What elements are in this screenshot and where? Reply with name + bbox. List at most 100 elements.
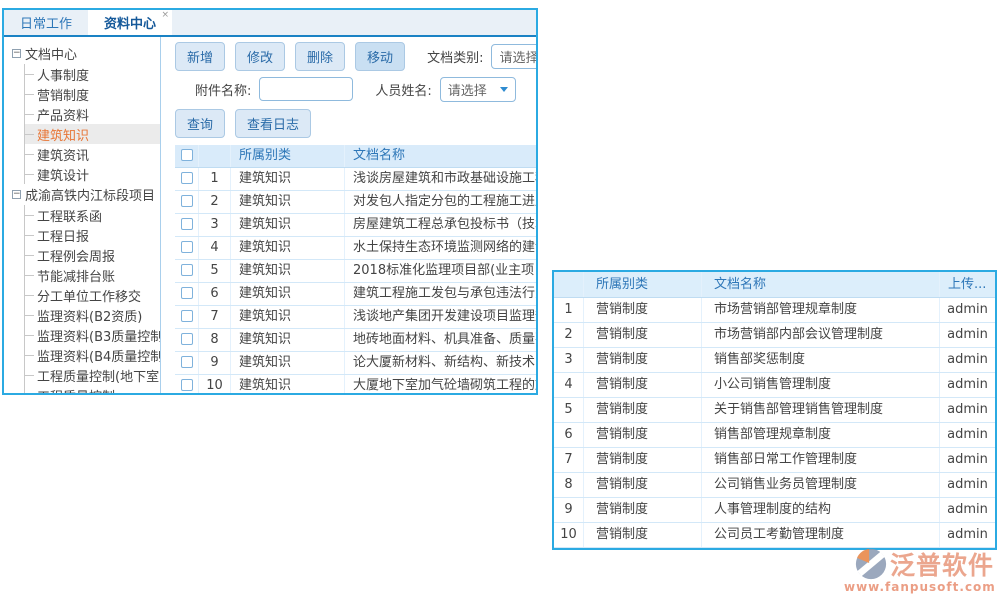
row-checkbox[interactable] xyxy=(181,287,193,299)
main-content: 新增修改删除移动 文档类别: 请选择 文档 附件名称: 人员姓名: 请选择 上传… xyxy=(161,37,536,393)
table-row[interactable]: 9营销制度人事管理制度的结构admin xyxy=(554,498,995,523)
tree-item[interactable]: 工程质量控制 xyxy=(25,385,160,393)
tree-root-item[interactable]: −成渝高铁内江标段项目 xyxy=(12,184,160,205)
table-row[interactable]: 7营销制度销售部日常工作管理制度admin xyxy=(554,448,995,473)
tree-item[interactable]: 工程例会周报 xyxy=(25,245,160,265)
tree-item[interactable]: 监理资料(B2资质) xyxy=(25,305,160,325)
move-button[interactable]: 移动 xyxy=(355,42,405,71)
table-row[interactable]: 1营销制度市场营销部管理规章制度admin xyxy=(554,298,995,323)
tree-item[interactable]: 建筑资讯 xyxy=(25,144,160,164)
tree-item[interactable]: 产品资料 xyxy=(25,104,160,124)
tree-item[interactable]: 工程日报 xyxy=(25,225,160,245)
row-uploader: admin xyxy=(940,423,995,447)
tree-children: 人事制度营销制度产品资料建筑知识建筑资讯建筑设计 xyxy=(24,64,160,184)
row-checkbox[interactable] xyxy=(181,310,193,322)
table-row[interactable]: 2营销制度市场营销部内部会议管理制度admin xyxy=(554,323,995,348)
row-category: 建筑知识 xyxy=(231,168,345,190)
tab-daily-work[interactable]: 日常工作 xyxy=(4,10,88,35)
header-uploader: 上传... xyxy=(940,272,995,297)
tree-connector xyxy=(25,295,34,296)
checkbox-cell xyxy=(175,352,199,374)
row-category: 营销制度 xyxy=(584,423,702,447)
tree-item[interactable]: 人事制度 xyxy=(25,64,160,84)
row-doc-name: 人事管理制度的结构 xyxy=(702,498,940,522)
table-row[interactable]: 4建筑知识水土保持生态环境监测网络的建设与资... xyxy=(175,237,536,260)
row-index: 3 xyxy=(554,348,584,372)
row-category: 建筑知识 xyxy=(231,329,345,351)
tree-item[interactable]: 工程质量控制(地下室) xyxy=(25,365,160,385)
close-icon[interactable]: × xyxy=(161,11,169,20)
row-checkbox[interactable] xyxy=(181,241,193,253)
table-row[interactable]: 8建筑知识地砖地面材料、机具准备、质量要求及... xyxy=(175,329,536,352)
person-name-select[interactable]: 请选择 xyxy=(440,77,516,102)
row-checkbox[interactable] xyxy=(181,333,193,345)
checkbox-cell xyxy=(175,375,199,393)
tree-item[interactable]: 营销制度 xyxy=(25,84,160,104)
header-checkbox-cell xyxy=(175,145,199,167)
marketing-docs-panel: 所属别类 文档名称 上传... 1营销制度市场营销部管理规章制度admin2营销… xyxy=(552,270,997,550)
query-button[interactable]: 查询 xyxy=(175,109,225,138)
doc-category-value: 请选择 xyxy=(499,47,536,66)
tree-item[interactable]: 监理资料(B4质量控制) xyxy=(25,345,160,365)
action-buttons: 新增修改删除移动 xyxy=(175,42,415,71)
row-doc-name: 浅谈房屋建筑和市政基础设施工程施工... xyxy=(345,168,536,190)
table-row[interactable]: 10营销制度公司员工考勤管理制度admin xyxy=(554,523,995,548)
row-checkbox[interactable] xyxy=(181,264,193,276)
table-row[interactable]: 6建筑知识建筑工程施工发包与承包违法行为认定... xyxy=(175,283,536,306)
view-log-button[interactable]: 查看日志 xyxy=(235,109,311,138)
table-row[interactable]: 6营销制度销售部管理规章制度admin xyxy=(554,423,995,448)
row-doc-name: 大厦地下室加气砼墙砌筑工程的施工方... xyxy=(345,375,536,393)
tab-data-center[interactable]: 资料中心× xyxy=(88,10,172,35)
row-category: 建筑知识 xyxy=(231,214,345,236)
tree-item-label: 监理资料(B3质量控制) xyxy=(37,326,160,345)
header-index-cell xyxy=(199,145,231,167)
table-row[interactable]: 1建筑知识浅谈房屋建筑和市政基础设施工程施工... xyxy=(175,168,536,191)
row-index: 7 xyxy=(554,448,584,472)
row-checkbox[interactable] xyxy=(181,379,193,391)
checkbox-cell xyxy=(175,191,199,213)
row-index: 8 xyxy=(199,329,231,351)
person-name-value: 请选择 xyxy=(448,80,487,99)
tree-connector xyxy=(25,315,34,316)
tree-item-label: 监理资料(B2资质) xyxy=(37,306,142,325)
row-uploader: admin xyxy=(940,523,995,547)
row-checkbox[interactable] xyxy=(181,218,193,230)
tree-item[interactable]: 建筑设计 xyxy=(25,164,160,184)
doc-category-select[interactable]: 请选择 xyxy=(491,44,536,69)
table-row[interactable]: 9建筑知识论大厦新材料、新结构、新技术，新工... xyxy=(175,352,536,375)
delete-button[interactable]: 删除 xyxy=(295,42,345,71)
table-row[interactable]: 4营销制度小公司销售管理制度admin xyxy=(554,373,995,398)
row-index: 2 xyxy=(199,191,231,213)
row-checkbox[interactable] xyxy=(181,195,193,207)
table-row[interactable]: 3建筑知识房屋建筑工程总承包投标书（技术标）... xyxy=(175,214,536,237)
tree-root-item[interactable]: −文档中心 xyxy=(12,43,160,64)
add-button[interactable]: 新增 xyxy=(175,42,225,71)
select-all-checkbox[interactable] xyxy=(181,149,193,161)
tree-item[interactable]: 工程联系函 xyxy=(25,205,160,225)
row-checkbox[interactable] xyxy=(181,356,193,368)
table-row[interactable]: 7建筑知识浅谈地产集团开发建设项目监理规划编... xyxy=(175,306,536,329)
row-checkbox[interactable] xyxy=(181,172,193,184)
tree-item[interactable]: 节能减排台账 xyxy=(25,265,160,285)
table-row[interactable]: 8营销制度公司销售业务员管理制度admin xyxy=(554,473,995,498)
table-row[interactable]: 2建筑知识对发包人指定分包的工程施工进度安排... xyxy=(175,191,536,214)
row-category: 营销制度 xyxy=(584,523,702,547)
table-row[interactable]: 3营销制度销售部奖惩制度admin xyxy=(554,348,995,373)
tree-connector xyxy=(25,275,34,276)
row-uploader: admin xyxy=(940,398,995,422)
attachment-name-input[interactable] xyxy=(259,77,353,101)
tree-item[interactable]: 监理资料(B3质量控制) xyxy=(25,325,160,345)
window-body: −文档中心人事制度营销制度产品资料建筑知识建筑资讯建筑设计−成渝高铁内江标段项目… xyxy=(4,37,536,393)
table-row[interactable]: 10建筑知识大厦地下室加气砼墙砌筑工程的施工方... xyxy=(175,375,536,393)
tree-item[interactable]: 分工单位工作移交 xyxy=(25,285,160,305)
checkbox-cell xyxy=(175,168,199,190)
edit-button[interactable]: 修改 xyxy=(235,42,285,71)
tree-connector xyxy=(25,255,34,256)
fanpu-watermark: 泛普软件 www.fanpusoft.com xyxy=(844,546,994,594)
tree-connector xyxy=(25,235,34,236)
marketing-table-body: 1营销制度市场营销部管理规章制度admin2营销制度市场营销部内部会议管理制度a… xyxy=(554,298,995,548)
table-row[interactable]: 5建筑知识2018标准化监理项目部(业主项目部)人员... xyxy=(175,260,536,283)
tree-item[interactable]: 建筑知识 xyxy=(25,124,160,144)
table-row[interactable]: 5营销制度关于销售部管理销售管理制度admin xyxy=(554,398,995,423)
row-index: 4 xyxy=(554,373,584,397)
